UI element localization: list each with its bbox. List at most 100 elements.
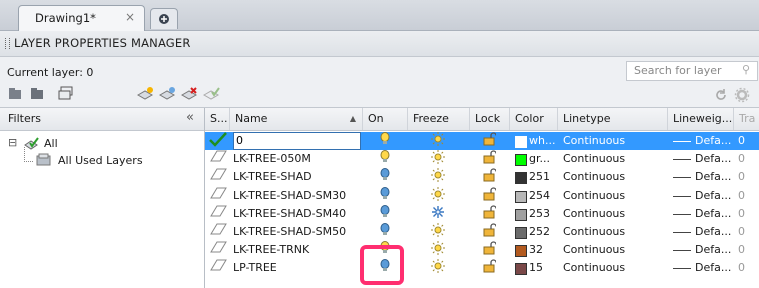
lineweight[interactable]: Defa...	[695, 259, 731, 277]
lineweight[interactable]: Defa...	[695, 187, 731, 205]
color-swatch[interactable]	[515, 136, 527, 148]
color-name[interactable]: 252	[529, 223, 559, 241]
lightbulb-off-icon[interactable]	[379, 168, 393, 186]
column-header-color[interactable]: Color	[510, 108, 558, 130]
filter-tree-item-all-used-layers[interactable]: All Used Layers	[24, 147, 202, 171]
table-row[interactable]: LK-TREE-SHAD-SM50 252 Continuous Defa... 0	[205, 223, 759, 241]
column-header-name[interactable]: Name ▲	[230, 108, 363, 130]
lightbulb-on-icon[interactable]	[379, 132, 393, 150]
transparency[interactable]: 0	[738, 205, 756, 223]
tab-drawing1[interactable]: Drawing1* ×	[18, 5, 145, 31]
refresh-icon[interactable]	[714, 88, 728, 102]
sun-thawed-icon[interactable]	[431, 168, 445, 186]
transparency[interactable]: 0	[738, 223, 756, 241]
search-layer-input[interactable]: Search for layer ⚲	[626, 61, 758, 81]
unlocked-padlock-icon[interactable]	[482, 259, 496, 277]
new-group-filter-icon[interactable]	[30, 87, 46, 101]
layer-name[interactable]: 0	[233, 132, 361, 150]
delete-layer-icon[interactable]	[180, 86, 198, 101]
color-swatch[interactable]	[515, 208, 527, 221]
linetype[interactable]: Continuous	[563, 259, 663, 277]
column-header-on[interactable]: On	[363, 108, 408, 130]
sun-thawed-icon[interactable]	[431, 186, 445, 205]
layer-name[interactable]: LK-TREE-SHAD	[233, 168, 361, 186]
unlocked-padlock-icon[interactable]	[482, 223, 496, 241]
lineweight[interactable]: Defa...	[695, 223, 731, 241]
unlocked-padlock-icon[interactable]	[482, 168, 496, 186]
table-row[interactable]: 0 wh... Continuous Defa... 0	[205, 132, 759, 150]
color-swatch[interactable]	[515, 227, 527, 239]
linetype[interactable]: Continuous	[563, 187, 663, 205]
color-name[interactable]: gr...	[529, 150, 559, 168]
new-layer-vp-frozen-icon[interactable]	[158, 86, 176, 101]
color-swatch[interactable]	[515, 172, 527, 185]
column-header-transparency[interactable]: Tra	[734, 108, 759, 130]
linetype[interactable]: Continuous	[563, 223, 663, 241]
transparency[interactable]: 0	[738, 241, 756, 259]
layer-name[interactable]: LK-TREE-050M	[233, 150, 361, 168]
linetype[interactable]: Continuous	[563, 205, 663, 223]
layer-name[interactable]: LP-TREE	[233, 259, 361, 277]
linetype[interactable]: Continuous	[563, 150, 663, 168]
transparency[interactable]: 0	[738, 259, 756, 277]
unlocked-padlock-icon[interactable]	[482, 241, 496, 259]
new-property-filter-icon[interactable]	[8, 87, 24, 101]
layer-name[interactable]: LK-TREE-SHAD-SM30	[233, 187, 361, 205]
table-row[interactable]: LK-TREE-SHAD-SM30 254 Continuous Defa... 0	[205, 186, 759, 205]
sun-thawed-icon[interactable]	[431, 150, 445, 168]
lineweight[interactable]: Defa...	[695, 241, 731, 259]
lightbulb-off-icon[interactable]	[379, 204, 393, 223]
table-row[interactable]: LK-TREE-SHAD-SM40 253 Continuous Defa... 0	[205, 204, 759, 223]
lineweight[interactable]: Defa...	[695, 150, 731, 168]
lineweight[interactable]: Defa...	[695, 205, 731, 223]
color-name[interactable]: 15	[529, 259, 559, 277]
linetype[interactable]: Continuous	[563, 241, 663, 259]
set-current-icon[interactable]	[202, 86, 220, 101]
color-name[interactable]: 254	[529, 187, 559, 205]
transparency[interactable]: 0	[738, 187, 756, 205]
color-name[interactable]: 251	[529, 168, 559, 186]
color-swatch[interactable]	[515, 263, 527, 276]
new-layer-icon[interactable]	[136, 86, 154, 101]
transparency[interactable]: 0	[738, 132, 756, 150]
collapse-filters-icon[interactable]: «	[186, 110, 194, 125]
sun-thawed-icon[interactable]	[431, 259, 445, 277]
table-row[interactable]: LK-TREE-TRNK 32 Continuous Defa... 0	[205, 241, 759, 259]
table-row[interactable]: LP-TREE 15 Continuous Defa... 0	[205, 259, 759, 277]
color-swatch[interactable]	[515, 154, 527, 167]
color-swatch[interactable]	[515, 190, 527, 203]
panel-title-bar[interactable]: LAYER PROPERTIES MANAGER	[0, 31, 759, 57]
sun-thawed-icon[interactable]	[431, 132, 445, 150]
unlocked-padlock-icon[interactable]	[482, 132, 496, 150]
drag-grip-icon[interactable]	[5, 38, 10, 49]
lineweight[interactable]: Defa...	[695, 132, 731, 150]
column-header-lineweight[interactable]: Lineweig...	[668, 108, 734, 130]
layer-states-manager-icon[interactable]	[58, 86, 76, 101]
lineweight[interactable]: Defa...	[695, 168, 731, 186]
unlocked-padlock-icon[interactable]	[482, 205, 496, 223]
column-header-freeze[interactable]: Freeze	[408, 108, 470, 130]
layer-name[interactable]: LK-TREE-SHAD-SM40	[233, 205, 361, 223]
transparency[interactable]: 0	[738, 168, 756, 186]
column-header-lock[interactable]: Lock	[470, 108, 510, 130]
table-row[interactable]: LK-TREE-SHAD 251 Continuous Defa... 0	[205, 168, 759, 186]
sun-thawed-icon[interactable]	[431, 241, 445, 259]
lightbulb-on-icon[interactable]	[379, 150, 393, 168]
settings-gear-icon[interactable]	[734, 87, 750, 103]
tab-close-icon[interactable]: ×	[125, 10, 135, 24]
new-tab-button[interactable]	[150, 8, 178, 29]
transparency[interactable]: 0	[738, 150, 756, 168]
column-header-status[interactable]: S...	[205, 108, 230, 130]
lightbulb-off-icon[interactable]	[379, 186, 393, 205]
table-row[interactable]: LK-TREE-050M gr... Continuous Defa... 0	[205, 150, 759, 168]
tree-expand-icon[interactable]: ⊟	[8, 136, 17, 149]
unlocked-padlock-icon[interactable]	[482, 150, 496, 168]
layer-name[interactable]: LK-TREE-TRNK	[233, 241, 361, 259]
color-name[interactable]: wh...	[529, 132, 559, 150]
linetype[interactable]: Continuous	[563, 132, 663, 150]
sun-thawed-icon[interactable]	[431, 223, 445, 241]
lightbulb-off-icon[interactable]	[379, 223, 393, 241]
color-swatch[interactable]	[515, 245, 527, 258]
color-name[interactable]: 32	[529, 241, 559, 259]
filter-tree-item-all[interactable]: ⊟ All	[8, 136, 198, 154]
